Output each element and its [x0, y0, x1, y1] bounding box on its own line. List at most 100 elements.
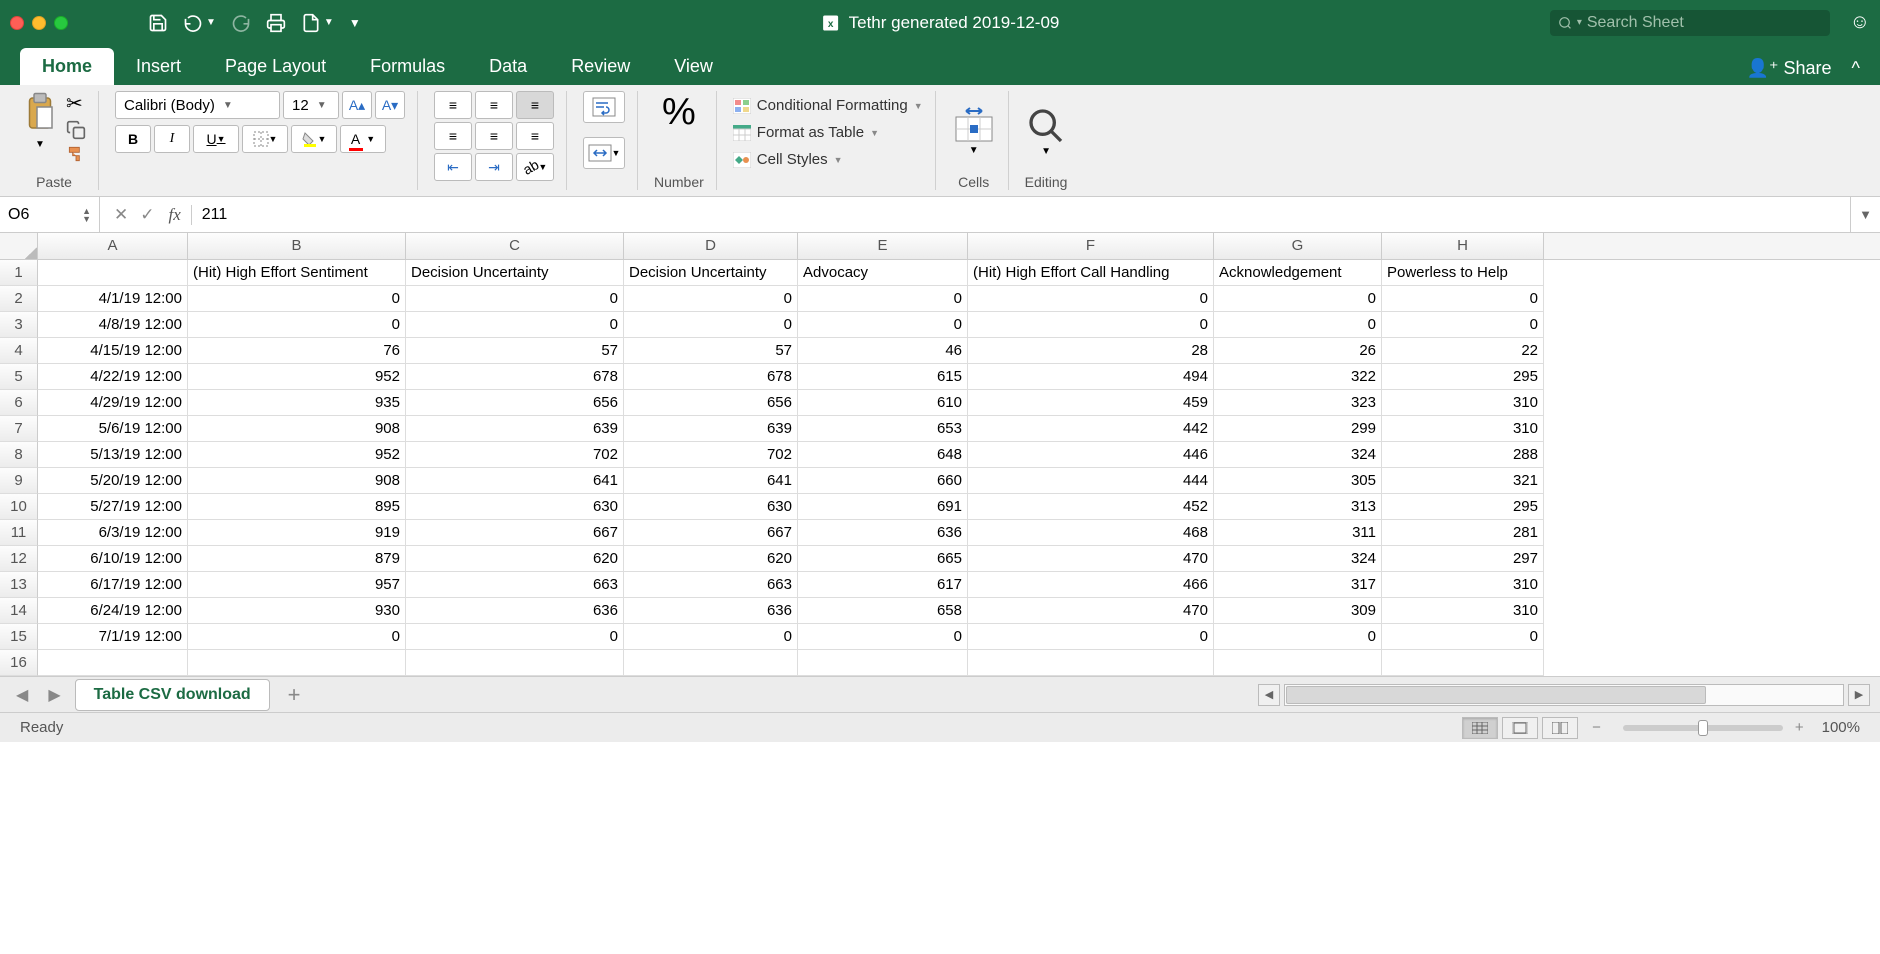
cell-D4[interactable]: 57	[624, 338, 798, 364]
increase-indent[interactable]: ⇥	[475, 153, 513, 181]
cell-B15[interactable]: 0	[188, 624, 406, 650]
select-all-corner[interactable]	[0, 233, 38, 259]
minimize-window-button[interactable]	[32, 16, 46, 30]
cell-D11[interactable]: 667	[624, 520, 798, 546]
cell-F2[interactable]: 0	[968, 286, 1214, 312]
tab-formulas[interactable]: Formulas	[348, 48, 467, 85]
cell-C6[interactable]: 656	[406, 390, 624, 416]
cell-E8[interactable]: 648	[798, 442, 968, 468]
cell-D6[interactable]: 656	[624, 390, 798, 416]
cell-G7[interactable]: 299	[1214, 416, 1382, 442]
cell-B5[interactable]: 952	[188, 364, 406, 390]
undo-button[interactable]: ▼	[183, 13, 216, 33]
cell-A14[interactable]: 6/24/19 12:00	[38, 598, 188, 624]
row-header-9[interactable]: 9	[0, 468, 38, 494]
cell-F14[interactable]: 470	[968, 598, 1214, 624]
cells-icon[interactable]	[952, 107, 996, 145]
format-painter-icon[interactable]	[66, 144, 86, 164]
column-header-C[interactable]: C	[406, 233, 624, 259]
cell-D2[interactable]: 0	[624, 286, 798, 312]
cell-C13[interactable]: 663	[406, 572, 624, 598]
align-top-left[interactable]: ≡	[434, 91, 472, 119]
tab-home[interactable]: Home	[20, 48, 114, 85]
paste-icon[interactable]	[22, 91, 58, 135]
zoom-thumb[interactable]	[1698, 720, 1708, 736]
cell-G2[interactable]: 0	[1214, 286, 1382, 312]
cell-A2[interactable]: 4/1/19 12:00	[38, 286, 188, 312]
cell-D8[interactable]: 702	[624, 442, 798, 468]
sheet-nav-prev[interactable]: ◀	[10, 685, 34, 705]
row-header-16[interactable]: 16	[0, 650, 38, 676]
cell-F13[interactable]: 466	[968, 572, 1214, 598]
find-icon[interactable]	[1026, 106, 1066, 146]
cell-C8[interactable]: 702	[406, 442, 624, 468]
tab-view[interactable]: View	[652, 48, 735, 85]
align-mid-center[interactable]: ≡	[475, 122, 513, 150]
cell-G6[interactable]: 323	[1214, 390, 1382, 416]
wrap-text-button[interactable]	[583, 91, 625, 123]
row-header-4[interactable]: 4	[0, 338, 38, 364]
cell-B16[interactable]	[188, 650, 406, 676]
cell-F4[interactable]: 28	[968, 338, 1214, 364]
view-page-break-button[interactable]	[1542, 717, 1578, 739]
conditional-formatting-button[interactable]: Conditional Formatting ▼	[733, 95, 923, 116]
cell-H14[interactable]: 310	[1382, 598, 1544, 624]
search-box[interactable]: ▾	[1550, 10, 1830, 36]
cell-G15[interactable]: 0	[1214, 624, 1382, 650]
horizontal-scrollbar[interactable]: ◀ ▶	[1258, 684, 1870, 706]
cell-A5[interactable]: 4/22/19 12:00	[38, 364, 188, 390]
cell-styles-button[interactable]: Cell Styles ▼	[733, 149, 923, 170]
cell-B1[interactable]: (Hit) High Effort Sentiment	[188, 260, 406, 286]
column-header-A[interactable]: A	[38, 233, 188, 259]
cell-C5[interactable]: 678	[406, 364, 624, 390]
column-header-B[interactable]: B	[188, 233, 406, 259]
cell-D12[interactable]: 620	[624, 546, 798, 572]
hscroll-track[interactable]	[1284, 684, 1844, 706]
align-mid-right[interactable]: ≡	[516, 122, 554, 150]
row-header-13[interactable]: 13	[0, 572, 38, 598]
row-header-14[interactable]: 14	[0, 598, 38, 624]
close-window-button[interactable]	[10, 16, 24, 30]
share-button[interactable]: 👤⁺ Share	[1747, 58, 1832, 79]
cell-G8[interactable]: 324	[1214, 442, 1382, 468]
cell-H12[interactable]: 297	[1382, 546, 1544, 572]
sheet-tab-active[interactable]: Table CSV download	[75, 679, 270, 711]
cell-H7[interactable]: 310	[1382, 416, 1544, 442]
borders-button[interactable]: ▼	[242, 125, 288, 153]
row-header-8[interactable]: 8	[0, 442, 38, 468]
print-icon[interactable]	[266, 13, 286, 33]
cell-G11[interactable]: 311	[1214, 520, 1382, 546]
cell-E1[interactable]: Advocacy	[798, 260, 968, 286]
row-header-2[interactable]: 2	[0, 286, 38, 312]
cell-G9[interactable]: 305	[1214, 468, 1382, 494]
cell-G12[interactable]: 324	[1214, 546, 1382, 572]
view-page-layout-button[interactable]	[1502, 717, 1538, 739]
font-family-select[interactable]: Calibri (Body)▼	[115, 91, 280, 119]
cell-G16[interactable]	[1214, 650, 1382, 676]
cell-B9[interactable]: 908	[188, 468, 406, 494]
column-header-G[interactable]: G	[1214, 233, 1382, 259]
cell-C12[interactable]: 620	[406, 546, 624, 572]
cell-B13[interactable]: 957	[188, 572, 406, 598]
column-header-D[interactable]: D	[624, 233, 798, 259]
cell-F12[interactable]: 470	[968, 546, 1214, 572]
cell-A4[interactable]: 4/15/19 12:00	[38, 338, 188, 364]
cell-A13[interactable]: 6/17/19 12:00	[38, 572, 188, 598]
cell-F7[interactable]: 442	[968, 416, 1214, 442]
cell-H13[interactable]: 310	[1382, 572, 1544, 598]
row-header-11[interactable]: 11	[0, 520, 38, 546]
cell-H10[interactable]: 295	[1382, 494, 1544, 520]
row-header-15[interactable]: 15	[0, 624, 38, 650]
redo-button[interactable]	[231, 13, 251, 33]
cell-D1[interactable]: Decision Uncertainty	[624, 260, 798, 286]
font-color-button[interactable]: A ▼	[340, 125, 386, 153]
font-size-select[interactable]: 12▼	[283, 91, 339, 119]
cell-G14[interactable]: 309	[1214, 598, 1382, 624]
cell-D5[interactable]: 678	[624, 364, 798, 390]
cell-A15[interactable]: 7/1/19 12:00	[38, 624, 188, 650]
format-as-table-button[interactable]: Format as Table ▼	[733, 122, 923, 143]
row-header-6[interactable]: 6	[0, 390, 38, 416]
tab-data[interactable]: Data	[467, 48, 549, 85]
hscroll-right[interactable]: ▶	[1848, 684, 1870, 706]
cell-D9[interactable]: 641	[624, 468, 798, 494]
